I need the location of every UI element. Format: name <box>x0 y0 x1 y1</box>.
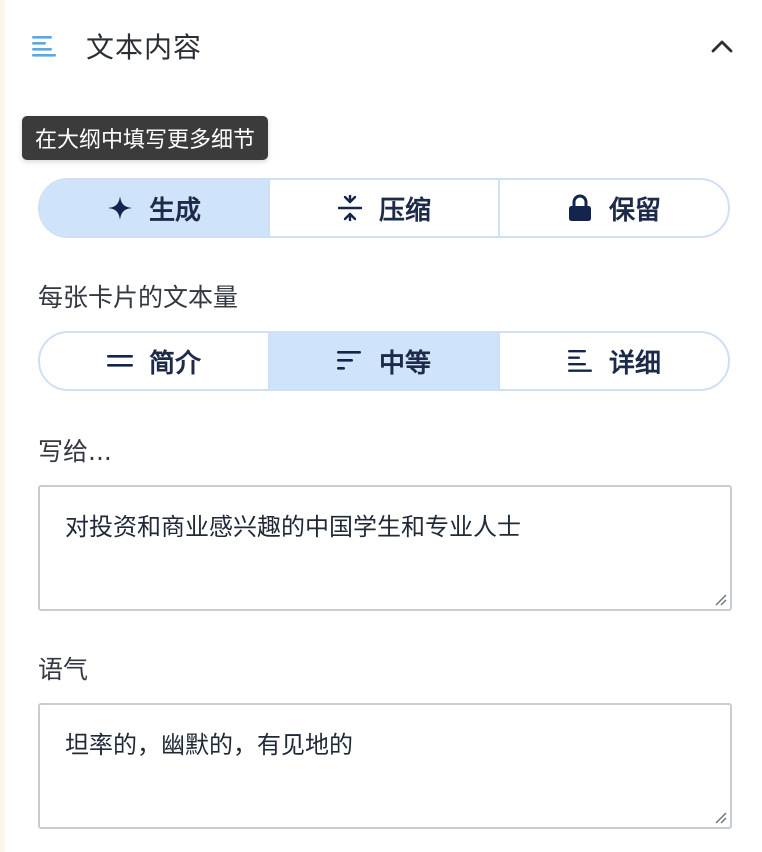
section-header[interactable]: 文本内容 <box>30 18 742 74</box>
collapse-button[interactable] <box>702 26 742 66</box>
amount-option-brief[interactable]: 简介 <box>40 333 270 389</box>
resize-handle-icon[interactable] <box>713 592 727 606</box>
amount-option-label: 中等 <box>378 348 431 379</box>
four-lines-icon <box>567 348 593 374</box>
tone-label: 语气 <box>38 655 89 684</box>
mode-option-label: 生成 <box>148 195 201 226</box>
align-left-lines-icon <box>30 31 60 61</box>
mode-option-generate[interactable]: 生成 <box>40 180 270 236</box>
text-content-panel: 文本内容 在大纲中填写更多细节 生成 压缩 保留 每张卡片的文本量 简介 中等 … <box>0 0 762 852</box>
mode-option-preserve[interactable]: 保留 <box>500 180 728 236</box>
compress-icon <box>337 195 363 221</box>
tone-value: 坦率的，幽默的，有见地的 <box>65 731 353 759</box>
mode-option-compress[interactable]: 压缩 <box>270 180 500 236</box>
amount-option-medium[interactable]: 中等 <box>270 333 500 389</box>
text-amount-segmented-control: 简介 中等 详细 <box>38 331 730 391</box>
chevron-up-icon <box>711 40 733 53</box>
mode-option-label: 压缩 <box>378 195 431 226</box>
amount-option-label: 简介 <box>148 348 201 379</box>
audience-value: 对投资和商业感兴趣的中国学生和专业人士 <box>65 513 521 541</box>
section-title: 文本内容 <box>86 31 203 64</box>
audience-label: 写给... <box>38 437 112 466</box>
three-lines-medium-icon <box>336 348 363 374</box>
amount-option-detailed[interactable]: 详细 <box>500 333 728 389</box>
mode-segmented-control: 生成 压缩 保留 <box>38 178 730 238</box>
sparkle-icon <box>107 195 133 221</box>
tooltip: 在大纲中填写更多细节 <box>22 116 269 160</box>
mode-option-label: 保留 <box>608 195 661 226</box>
audience-textarea[interactable]: 对投资和商业感兴趣的中国学生和专业人士 <box>38 485 732 611</box>
lock-icon <box>567 194 593 221</box>
resize-handle-icon[interactable] <box>713 810 727 824</box>
tone-textarea[interactable]: 坦率的，幽默的，有见地的 <box>38 703 732 829</box>
amount-option-label: 详细 <box>608 348 661 379</box>
text-amount-label: 每张卡片的文本量 <box>38 283 239 312</box>
two-lines-icon <box>106 348 133 374</box>
